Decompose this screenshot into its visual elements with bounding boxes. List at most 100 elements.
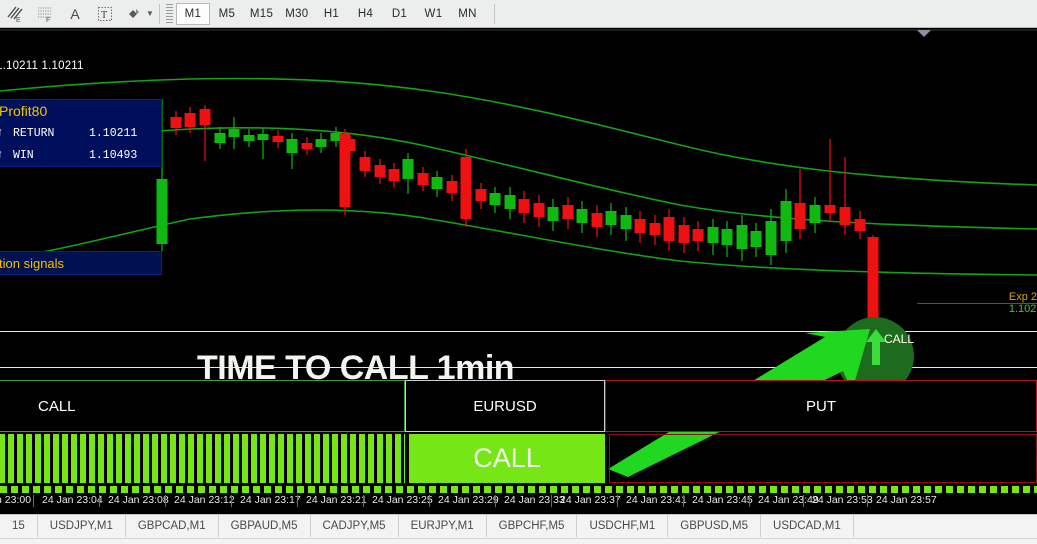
- candle-body: [692, 229, 704, 241]
- candle-body: [591, 213, 603, 227]
- equidistant-channel-icon[interactable]: E: [0, 1, 30, 27]
- candle-body: [780, 201, 792, 241]
- put-header-label: PUT: [806, 397, 836, 415]
- candle-body: [649, 223, 661, 235]
- time-tick-label: 24 Jan 23:08: [99, 494, 169, 507]
- candle-body: [620, 215, 632, 229]
- svg-text:E: E: [16, 17, 21, 23]
- svg-text:F: F: [46, 17, 50, 23]
- candle-body: [533, 203, 545, 217]
- candle-body: [634, 219, 646, 233]
- symbol-tab-label: GBPCHF,M5: [498, 520, 565, 532]
- timeframe-m1[interactable]: M1: [175, 2, 210, 25]
- timeframe-m15[interactable]: M15: [244, 3, 279, 25]
- call-header-cell[interactable]: CALL: [0, 380, 405, 432]
- toolbar-separator-end: [494, 3, 496, 24]
- symbol-tab[interactable]: 15: [0, 515, 38, 537]
- quote-readout: 1.10211 1.10211: [0, 60, 84, 72]
- indicator-title: Profit80: [0, 103, 48, 119]
- symbol-tab[interactable]: USDCAD,M1: [761, 515, 854, 537]
- put-header-cell[interactable]: PUT: [605, 380, 1037, 432]
- pair-cell[interactable]: EURUSD: [405, 380, 605, 432]
- put-action-cell[interactable]: [609, 434, 1037, 483]
- candle-body: [199, 109, 211, 125]
- symbol-tabs: 15 USDJPY,M1 GBPCAD,M1 GBPAUD,M5 CADJPY,M5 EU…: [0, 515, 854, 537]
- symbol-tab-label: GBPAUD,M5: [230, 520, 298, 532]
- symbol-tab-label: USDCAD,M1: [773, 520, 841, 532]
- call-button[interactable]: CALL: [409, 434, 605, 483]
- candle-body: [721, 229, 733, 245]
- time-tick-labels: n 23:0024 Jan 23:0424 Jan 23:0824 Jan 23…: [0, 494, 1037, 512]
- symbol-tab-label: EURJPY,M1: [410, 520, 474, 532]
- time-tick-label: 24 Jan 23:49: [749, 494, 819, 507]
- fibonacci-icon[interactable]: F: [30, 1, 60, 27]
- timeframe-w1[interactable]: W1: [416, 3, 450, 25]
- symbol-tab-label: 15: [12, 520, 25, 532]
- expiry-readout: Exp 2 1.102: [1009, 291, 1037, 315]
- text-tool-icon[interactable]: A: [60, 1, 90, 27]
- candle-body: [839, 207, 851, 225]
- candle-body: [562, 205, 574, 219]
- timeframe-m30[interactable]: M30: [279, 3, 314, 25]
- svg-text:T: T: [101, 10, 107, 21]
- call-header-label: CALL: [38, 397, 76, 415]
- time-tick-label: 24 Jan 23:41: [617, 494, 687, 507]
- symbol-tab[interactable]: GBPAUD,M5: [219, 515, 311, 537]
- indicator-row-value: 1.10493: [89, 148, 138, 162]
- expiry-time-label: Exp 2: [1008, 291, 1037, 303]
- time-tick-label: 24 Jan 23:29: [429, 494, 499, 507]
- symbol-tab[interactable]: CADJPY,M5: [311, 515, 399, 537]
- candle-body: [431, 177, 443, 189]
- candle-body: [402, 159, 414, 179]
- time-tick-label: 24 Jan 23:37: [551, 494, 621, 507]
- symbol-tab-label: USDJPY,M1: [49, 520, 113, 532]
- toolbar-separator: [158, 3, 160, 24]
- candle-body: [794, 203, 806, 229]
- symbol-tab-label: CADJPY,M5: [322, 520, 386, 532]
- signal-panel-action-row: CALL: [0, 434, 1037, 487]
- candle-body: [156, 179, 168, 244]
- timeframe-h1[interactable]: H1: [314, 3, 348, 25]
- time-tick-label: 24 Jan 23:33: [495, 494, 565, 507]
- symbol-tab[interactable]: EURJPY,M1: [399, 515, 487, 537]
- symbol-tab[interactable]: GBPCAD,M1: [126, 515, 219, 537]
- toolbar-grip[interactable]: [165, 3, 173, 24]
- timeframe-label: MN: [458, 7, 477, 20]
- symbol-tab-label: USDCHF,M1: [589, 520, 656, 532]
- candle-body: [576, 209, 588, 223]
- timeframe-m5[interactable]: M5: [210, 3, 244, 25]
- timeframe-d1[interactable]: D1: [382, 3, 416, 25]
- timeframe-label: M5: [218, 7, 236, 20]
- time-tick-label: 24 Jan 23:04: [33, 494, 103, 507]
- candle-body: [257, 134, 269, 140]
- symbol-tab[interactable]: USDJPY,M1: [38, 515, 126, 537]
- symbol-tab[interactable]: GBPCHF,M5: [487, 515, 578, 537]
- pair-label: EURUSD: [473, 397, 537, 415]
- timeframe-label: M30: [285, 7, 309, 20]
- candle-body: [184, 113, 196, 127]
- candle-body: [504, 195, 516, 209]
- candle-body: [750, 231, 762, 247]
- candle-body: [417, 173, 429, 185]
- time-tick-label: 24 Jan 23:53: [803, 494, 873, 507]
- candle-body: [388, 169, 400, 181]
- time-tick-label: 24 Jan 23:21: [297, 494, 367, 507]
- label-tool-icon[interactable]: T: [90, 1, 120, 27]
- shapes-tool-icon[interactable]: [120, 1, 150, 27]
- candle-body: [475, 189, 487, 201]
- trend-up-icon: ↑: [0, 127, 13, 139]
- timeframe-h4[interactable]: H4: [348, 3, 382, 25]
- signals-label-text: tion signals: [0, 255, 65, 271]
- timeframe-mn[interactable]: MN: [450, 3, 484, 25]
- candle-body: [809, 205, 821, 223]
- symbol-tab[interactable]: GBPUSD,M5: [668, 515, 762, 537]
- symbol-tab[interactable]: USDCHF,M1: [577, 515, 669, 537]
- candle-body: [339, 134, 351, 207]
- indicator-row: ↑RETURN 1.10211: [0, 122, 161, 144]
- indicator-rows: ↑RETURN 1.10211 ↑WIN 1.10493: [0, 122, 161, 166]
- candle-body: [663, 217, 675, 241]
- symbol-tab-label: GBPCAD,M1: [137, 520, 206, 532]
- candle-body: [736, 225, 748, 249]
- signal-panel-header-row: CALL EURUSD PUT: [0, 380, 1037, 432]
- candle-body: [518, 199, 530, 213]
